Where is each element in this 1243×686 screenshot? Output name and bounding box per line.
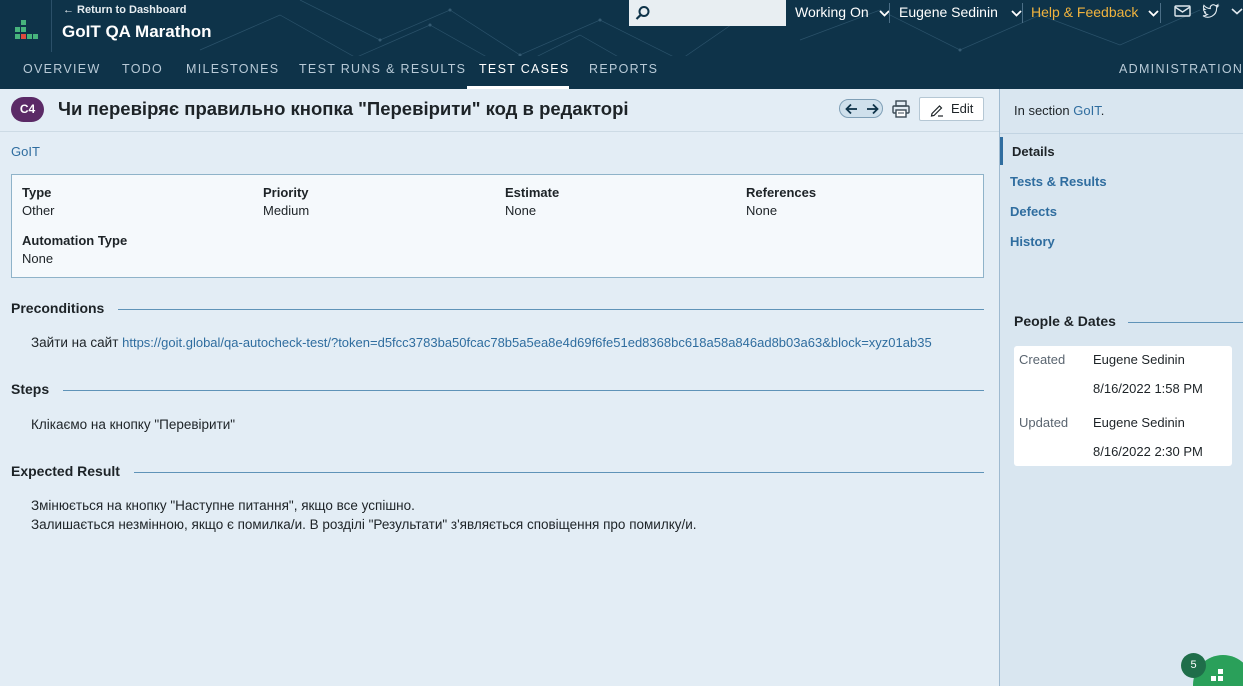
header-separator: [1022, 3, 1023, 23]
expected-result-heading: Expected Result: [11, 463, 984, 481]
preconditions-prefix: Зайти на сайт: [31, 335, 123, 350]
tab-overview[interactable]: OVERVIEW: [23, 62, 101, 76]
updated-date: 8/16/2022 2:30 PM: [1093, 444, 1203, 459]
page-title: Чи перевіряє правильно кнопка "Перевірит…: [58, 98, 629, 119]
return-to-dashboard-link[interactable]: ← Return to Dashboard: [63, 4, 186, 16]
tab-test-cases[interactable]: TEST CASES: [479, 62, 570, 76]
next-case-icon[interactable]: [862, 101, 882, 117]
created-by: Eugene Sedinin: [1093, 352, 1185, 367]
case-content: C4 Чи перевіряє правильно кнопка "Переві…: [0, 89, 999, 686]
field-type: Type Other: [22, 185, 55, 218]
grid-icon: [1211, 669, 1223, 681]
in-section-link[interactable]: GoIT: [1073, 103, 1100, 118]
sidebar-item-tests-results[interactable]: Tests & Results: [1010, 174, 1107, 189]
field-label: Automation Type: [22, 233, 128, 248]
created-date: 8/16/2022 1:58 PM: [1093, 381, 1203, 396]
user-menu[interactable]: Eugene Sedinin: [899, 0, 1022, 26]
main-navigation: OVERVIEW TODO MILESTONES TEST RUNS & RES…: [0, 56, 1243, 89]
field-label: Estimate: [505, 185, 560, 200]
expected-result-line: Змінюється на кнопку "Наступне питання",…: [31, 498, 415, 513]
pencil-icon: [930, 105, 943, 117]
case-id-badge: C4: [11, 97, 44, 122]
people-dates-box: Created Eugene Sedinin 8/16/2022 1:58 PM…: [1014, 346, 1232, 466]
field-label: Type: [22, 185, 52, 200]
working-on-label: Working On: [795, 4, 869, 20]
top-header: ← Return to Dashboard GoIT QA Marathon W…: [0, 0, 1243, 56]
field-value: Other: [22, 203, 55, 218]
section-title: Expected Result: [11, 463, 134, 479]
updated-label: Updated: [1019, 415, 1069, 430]
print-icon[interactable]: [891, 99, 911, 119]
field-estimate: Estimate None: [505, 185, 559, 218]
field-value: Medium: [263, 203, 310, 218]
field-label: References: [746, 185, 817, 200]
tab-reports[interactable]: REPORTS: [589, 62, 658, 76]
tab-test-runs-results[interactable]: TEST RUNS & RESULTS: [299, 62, 466, 76]
section-divider: [11, 390, 984, 391]
created-label: Created: [1019, 352, 1066, 367]
edit-button-label: Edit: [951, 101, 974, 116]
help-feedback-menu[interactable]: Help & Feedback: [1031, 0, 1159, 26]
sidebar-item-defects[interactable]: Defects: [1010, 204, 1057, 219]
steps-text: Клікаємо на кнопку "Перевірити": [31, 417, 236, 432]
case-navigation-arrows: [839, 99, 883, 118]
twitter-icon[interactable]: [1202, 3, 1220, 19]
mail-icon[interactable]: [1174, 3, 1192, 19]
header-divider: [51, 0, 52, 52]
sidebar-item-details[interactable]: Details: [1012, 144, 1055, 159]
app-logo-icon[interactable]: [15, 20, 39, 40]
sidebar: In section GoIT. Details Tests & Results…: [999, 89, 1243, 686]
in-section-suffix: .: [1100, 103, 1105, 118]
preconditions-heading: Preconditions: [11, 300, 984, 318]
chevron-down-icon: [1011, 10, 1022, 17]
previous-case-icon[interactable]: [842, 101, 862, 117]
active-nav-indicator: [1000, 137, 1003, 165]
in-section-prefix: In section: [1014, 103, 1074, 118]
field-label: Priority: [263, 185, 309, 200]
working-on-menu[interactable]: Working On: [795, 0, 890, 26]
field-value: None: [22, 251, 54, 266]
preconditions-url-link[interactable]: https://goit.global/qa-autocheck-test/?t…: [122, 335, 932, 350]
notification-count-badge[interactable]: 5: [1181, 653, 1206, 678]
search-icon: [635, 6, 650, 20]
search-input[interactable]: [629, 0, 786, 26]
preconditions-text: Зайти на сайт https://goit.global/qa-aut…: [31, 333, 932, 352]
updated-by: Eugene Sedinin: [1093, 415, 1185, 430]
tab-administration[interactable]: ADMINISTRATION: [1119, 62, 1243, 76]
chevron-down-icon[interactable]: [1228, 3, 1243, 19]
in-section-info: In section GoIT.: [1000, 89, 1243, 134]
sidebar-item-history[interactable]: History: [1010, 234, 1055, 249]
section-title: Steps: [11, 381, 64, 397]
case-fields: Type Other Priority Medium Estimate None…: [11, 174, 984, 278]
section-divider: [11, 309, 984, 310]
field-value: None: [746, 203, 778, 218]
help-feedback-label: Help & Feedback: [1031, 4, 1139, 20]
header-separator: [1160, 3, 1161, 23]
tab-todo[interactable]: TODO: [122, 62, 163, 76]
section-title: People & Dates: [1014, 313, 1128, 329]
field-automation-type: Automation Type None: [22, 233, 127, 266]
chevron-down-icon: [1148, 10, 1159, 17]
section-title: Preconditions: [11, 300, 119, 316]
section-divider: [11, 472, 984, 473]
user-name: Eugene Sedinin: [899, 4, 998, 20]
expected-result-line: Залишається незмінною, якщо є помилка/и.…: [31, 517, 697, 532]
breadcrumb[interactable]: GoIT: [11, 144, 40, 159]
people-dates-heading: People & Dates: [1014, 313, 1243, 331]
case-header: C4 Чи перевіряє правильно кнопка "Переві…: [0, 89, 999, 132]
chevron-down-icon: [878, 10, 890, 17]
field-references: References None: [746, 185, 816, 218]
project-title: GoIT QA Marathon: [62, 22, 212, 41]
field-value: None: [505, 203, 537, 218]
steps-heading: Steps: [11, 381, 984, 399]
header-separator: [889, 3, 890, 23]
field-priority: Priority Medium: [263, 185, 309, 218]
edit-button[interactable]: Edit: [919, 97, 984, 121]
tab-milestones[interactable]: MILESTONES: [186, 62, 279, 76]
